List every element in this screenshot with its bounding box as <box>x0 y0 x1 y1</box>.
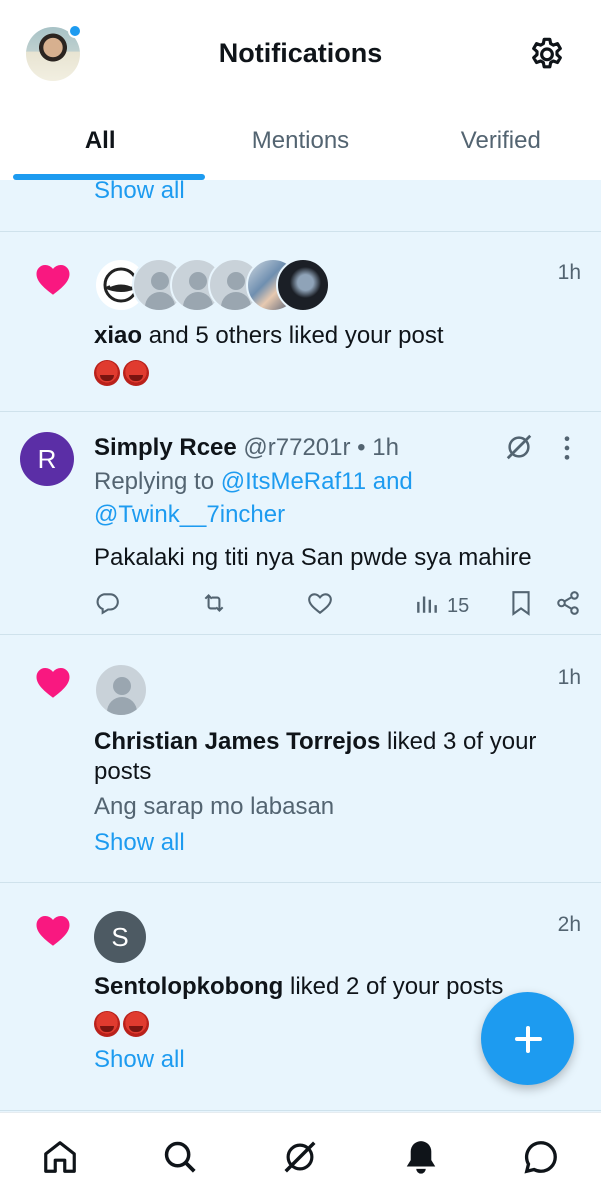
notification-text-line2: posts <box>94 758 152 785</box>
avatar-letter: S <box>111 921 129 952</box>
unread-dot <box>68 24 82 38</box>
notification-feed[interactable]: Show all 1h xiao and 5 others liked your… <box>0 180 601 1112</box>
user-name[interactable]: Christian James Torrejos <box>94 728 380 755</box>
notification-tabs: All Mentions Verified <box>0 110 601 180</box>
more-options-icon[interactable] <box>556 434 578 462</box>
share-icon[interactable] <box>555 590 581 616</box>
grok-icon[interactable] <box>504 432 534 462</box>
notification-message: and 5 others liked your post <box>142 322 444 349</box>
tab-verified[interactable]: Verified <box>401 110 601 180</box>
search-icon[interactable] <box>158 1135 202 1179</box>
views-icon[interactable] <box>414 590 440 616</box>
header: Notifications <box>0 0 601 110</box>
timestamp: 1h <box>557 261 581 284</box>
emoji-row <box>94 356 152 387</box>
reply-post[interactable]: R Simply Rcee @r77201r • 1h Replying to … <box>0 412 601 635</box>
hot-face-emoji <box>94 1010 120 1037</box>
tab-all[interactable]: All <box>0 110 200 180</box>
user-name[interactable]: Sentolopkobong <box>94 973 283 1000</box>
hot-face-emoji <box>123 1010 149 1037</box>
show-all-link[interactable]: Show all <box>94 827 185 858</box>
show-all-link[interactable]: Show all <box>94 1044 185 1075</box>
author-name[interactable]: Simply Rcee <box>94 434 237 461</box>
replying-to-line2: @Twink__7incher <box>94 499 285 530</box>
heart-icon <box>36 916 70 946</box>
messages-icon[interactable] <box>519 1135 563 1179</box>
notifications-icon[interactable] <box>399 1135 443 1179</box>
emoji-row <box>94 1007 152 1038</box>
like-icon[interactable] <box>307 590 333 616</box>
mention-link[interactable]: @ItsMeRaf11 and <box>221 468 413 495</box>
notification-item-like[interactable]: 1h xiao and 5 others liked your post <box>0 232 601 412</box>
reply-icon[interactable] <box>94 590 120 616</box>
notification-text: Christian James Torrejos liked 3 of your <box>94 726 536 757</box>
compose-button[interactable] <box>481 992 574 1085</box>
notification-text: xiao and 5 others liked your post <box>94 320 444 351</box>
avatar-letter: R <box>37 443 57 474</box>
liker-avatar[interactable]: S <box>94 911 146 963</box>
user-name[interactable]: xiao <box>94 322 142 349</box>
heart-icon <box>36 668 70 698</box>
replying-prefix: Replying to <box>94 468 221 495</box>
bookmark-icon[interactable] <box>510 590 532 616</box>
post-body: Pakalaki ng titi nya San pwde sya mahire <box>94 544 532 571</box>
hot-face-emoji <box>123 359 149 386</box>
notification-message: liked 3 of your <box>380 728 537 755</box>
liker-avatar[interactable] <box>94 663 148 717</box>
bottom-nav <box>0 1112 601 1200</box>
notification-text: Sentolopkobong liked 2 of your posts <box>94 971 503 1002</box>
separator: • <box>350 434 373 461</box>
liker-avatar[interactable] <box>276 258 330 312</box>
show-all-link[interactable]: Show all <box>94 180 185 206</box>
post-preview: Ang sarap mo labasan <box>94 793 335 820</box>
replying-to: Replying to @ItsMeRaf11 and <box>94 466 413 497</box>
mention-link[interactable]: @Twink__7incher <box>94 501 285 528</box>
gear-icon[interactable] <box>527 35 567 75</box>
home-icon[interactable] <box>38 1135 82 1179</box>
post-time: 1h <box>372 434 399 461</box>
notification-message: liked 2 of your posts <box>283 973 504 1000</box>
notification-item-like[interactable]: 1h Christian James Torrejos liked 3 of y… <box>0 635 601 883</box>
tab-mentions[interactable]: Mentions <box>200 110 400 180</box>
author-handle[interactable]: @r77201r <box>243 434 350 461</box>
timestamp: 1h <box>557 666 581 689</box>
hot-face-emoji <box>94 359 120 386</box>
notification-item-partial[interactable]: Show all <box>0 180 601 232</box>
page-title: Notifications <box>218 38 383 68</box>
grok-icon[interactable] <box>278 1135 322 1179</box>
author-avatar[interactable]: R <box>20 432 74 486</box>
timestamp: 2h <box>557 913 581 936</box>
views-count: 15 <box>447 595 470 617</box>
heart-icon <box>36 265 70 295</box>
post-header: Simply Rcee @r77201r • 1h <box>94 432 399 463</box>
repost-icon[interactable] <box>200 590 228 616</box>
